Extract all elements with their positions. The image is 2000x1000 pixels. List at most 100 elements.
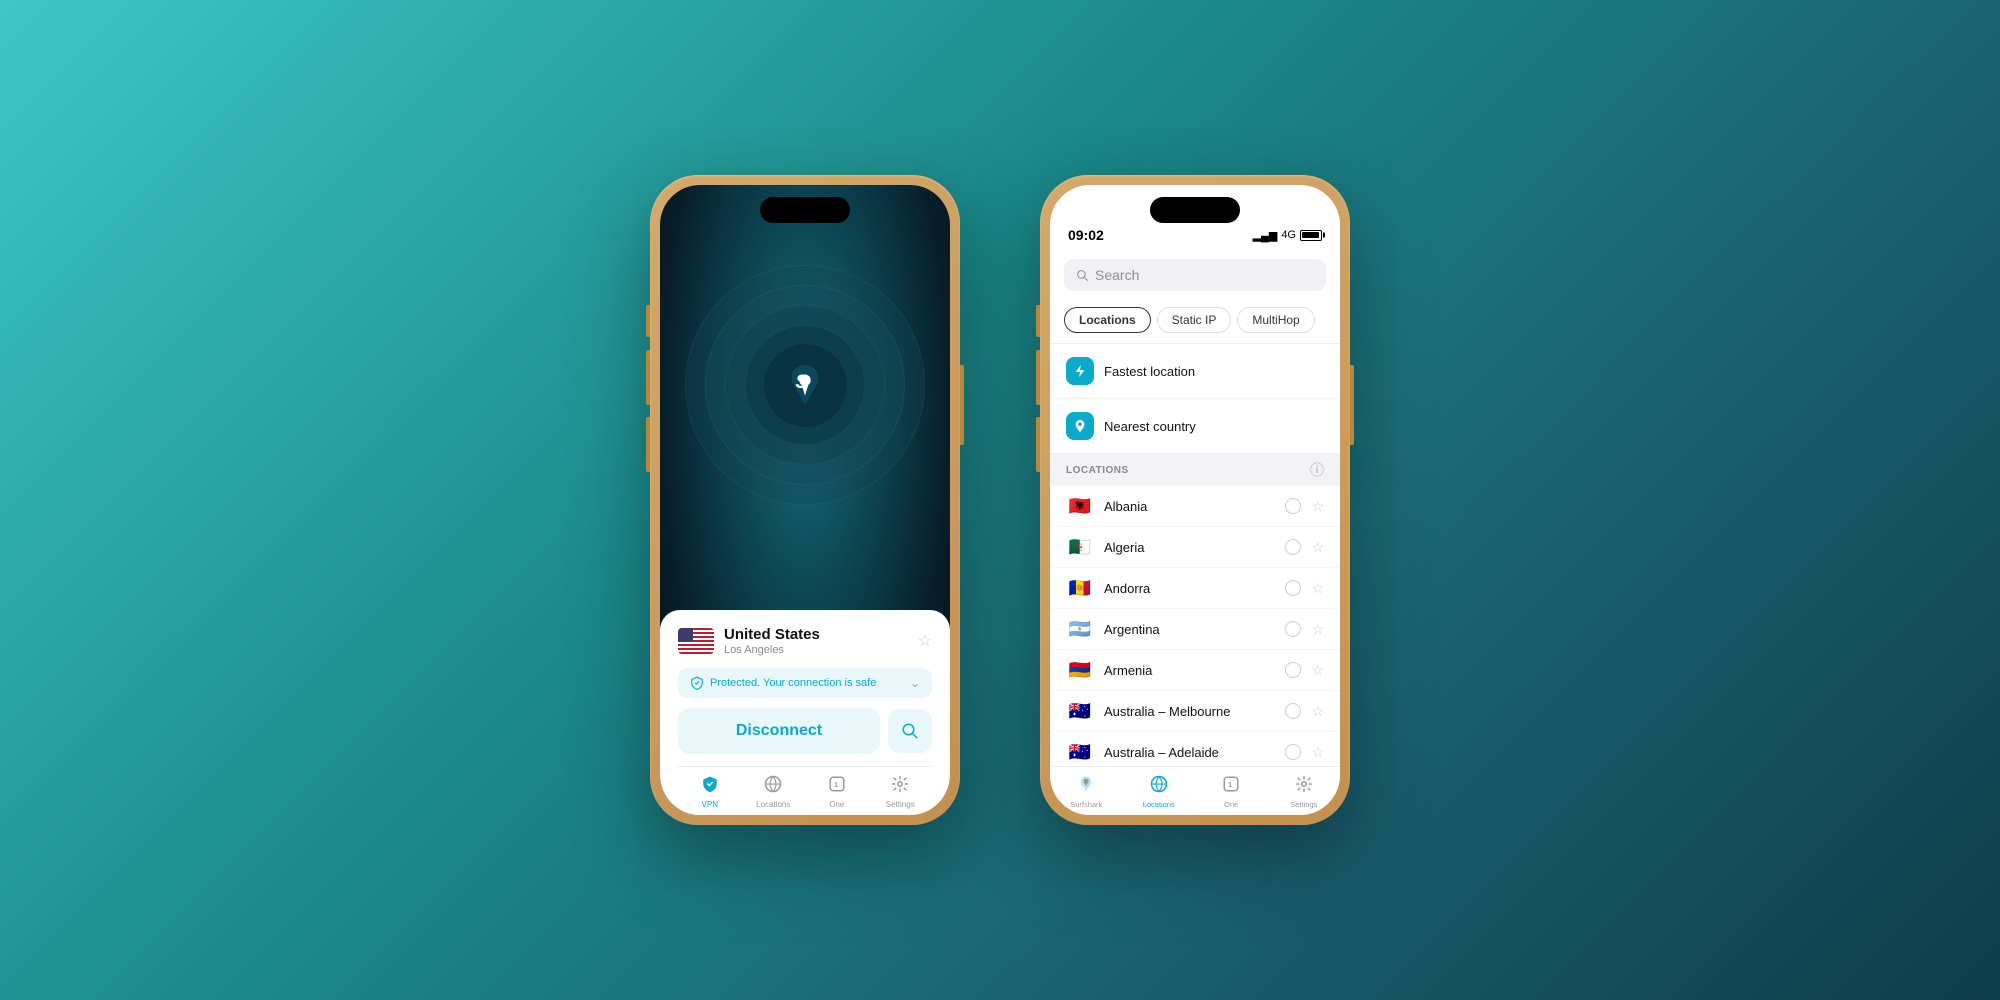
nearest-country-label: Nearest country	[1104, 419, 1196, 434]
tab-settings[interactable]: Settings	[869, 775, 933, 809]
algeria-radio[interactable]	[1285, 539, 1301, 555]
algeria-actions: ☆	[1285, 539, 1324, 556]
andorra-radio[interactable]	[1285, 580, 1301, 596]
search-bar-container: Search	[1050, 251, 1340, 301]
albania-flag: 🇦🇱	[1066, 496, 1094, 516]
tab-locations-pill[interactable]: Locations	[1064, 307, 1151, 333]
tab-settings-label: Settings	[886, 800, 915, 809]
albania-actions: ☆	[1285, 498, 1324, 515]
signal-icon: ▂▄▆	[1253, 229, 1278, 242]
albania-star-icon[interactable]: ☆	[1311, 498, 1324, 515]
disconnect-row: Disconnect	[678, 708, 932, 754]
one-tab2-icon: 1	[1222, 775, 1240, 798]
phone2-screen: 09:02 ▂▄▆ 4G Search	[1050, 185, 1340, 815]
phone1-screen: S	[660, 185, 950, 815]
shield-protected-icon	[690, 676, 704, 690]
algeria-flag: 🇩🇿	[1066, 537, 1094, 557]
fastest-location-label: Fastest location	[1104, 364, 1195, 379]
svg-text:S: S	[795, 372, 808, 393]
vpn-country-info: United States Los Angeles	[724, 626, 820, 656]
vpn-location-row: United States Los Angeles ☆	[678, 626, 932, 656]
albania-radio[interactable]	[1285, 498, 1301, 514]
argentina-name: Argentina	[1104, 622, 1285, 637]
argentina-radio[interactable]	[1285, 621, 1301, 637]
tab2-settings[interactable]: Settings	[1268, 775, 1341, 809]
pin-icon	[1073, 419, 1087, 433]
au-adelaide-radio[interactable]	[1285, 744, 1301, 760]
algeria-star-icon[interactable]: ☆	[1311, 539, 1324, 556]
au-melbourne-actions: ☆	[1285, 703, 1324, 720]
locations-screen: 09:02 ▂▄▆ 4G Search	[1050, 185, 1340, 815]
nearest-country-item[interactable]: Nearest country	[1050, 399, 1340, 454]
tab-vpn[interactable]: VPN	[678, 775, 742, 809]
one-tab-icon: 1	[828, 775, 846, 798]
vpn-screen: S	[660, 185, 950, 815]
chevron-down-icon[interactable]: ⌄	[910, 676, 920, 690]
au-melbourne-radio[interactable]	[1285, 703, 1301, 719]
phone2-volume-down-button[interactable]	[1036, 417, 1040, 472]
tab2-surfshark[interactable]: Surfshark	[1050, 775, 1123, 809]
andorra-star-icon[interactable]: ☆	[1311, 580, 1324, 597]
country-item-algeria[interactable]: 🇩🇿 Algeria ☆	[1050, 527, 1340, 568]
search-icon	[901, 722, 919, 740]
country-item-au-melbourne[interactable]: 🇦🇺 Australia – Melbourne ☆	[1050, 691, 1340, 732]
settings-tab-icon	[891, 775, 909, 798]
vpn-country-name: United States	[724, 626, 820, 644]
status-time: 09:02	[1068, 227, 1104, 243]
tab2-one[interactable]: 1 One	[1195, 775, 1268, 809]
surfshark-logo-icon: S	[787, 363, 823, 407]
disconnect-button[interactable]: Disconnect	[678, 708, 880, 754]
tab-one[interactable]: 1 One	[805, 775, 869, 809]
au-adelaide-star-icon[interactable]: ☆	[1311, 744, 1324, 761]
svg-text:1: 1	[1228, 780, 1232, 789]
tab-locations[interactable]: Locations	[742, 775, 806, 809]
phone2-power-button[interactable]	[1350, 365, 1354, 445]
country-item-albania[interactable]: 🇦🇱 Albania ☆	[1050, 486, 1340, 527]
volume-down-button[interactable]	[646, 417, 650, 472]
search-bar[interactable]: Search	[1064, 259, 1326, 291]
locations-list: Fastest location Nearest country LOCATIO…	[1050, 344, 1340, 766]
country-item-au-adelaide[interactable]: 🇦🇺 Australia – Adelaide ☆	[1050, 732, 1340, 766]
info-icon[interactable]: ⓘ	[1310, 460, 1324, 480]
vpn-circles: S	[665, 245, 945, 525]
protected-banner[interactable]: Protected. Your connection is safe ⌄	[678, 668, 932, 698]
au-melbourne-star-icon[interactable]: ☆	[1311, 703, 1324, 720]
phone1: S	[650, 175, 960, 825]
mute-button[interactable]	[646, 305, 650, 337]
armenia-flag: 🇦🇲	[1066, 660, 1094, 680]
tab-one-label: One	[829, 800, 844, 809]
armenia-radio[interactable]	[1285, 662, 1301, 678]
andorra-name: Andorra	[1104, 581, 1285, 596]
armenia-name: Armenia	[1104, 663, 1285, 678]
country-item-argentina[interactable]: 🇦🇷 Argentina ☆	[1050, 609, 1340, 650]
tab-staticip-pill[interactable]: Static IP	[1157, 307, 1232, 333]
tab2-locations[interactable]: Locations	[1123, 775, 1196, 809]
bolt-icon-container	[1066, 357, 1094, 385]
fastest-location-item[interactable]: Fastest location	[1050, 344, 1340, 399]
search-locations-button[interactable]	[888, 709, 932, 753]
volume-up-button[interactable]	[646, 350, 650, 405]
albania-name: Albania	[1104, 499, 1285, 514]
andorra-flag: 🇦🇩	[1066, 578, 1094, 598]
country-item-andorra[interactable]: 🇦🇩 Andorra ☆	[1050, 568, 1340, 609]
tab-locations-label: Locations	[756, 800, 790, 809]
phone2-mute-button[interactable]	[1036, 305, 1040, 337]
argentina-flag: 🇦🇷	[1066, 619, 1094, 639]
phone2-volume-up-button[interactable]	[1036, 350, 1040, 405]
vpn-city-name: Los Angeles	[724, 644, 820, 656]
bolt-icon	[1073, 364, 1087, 378]
armenia-star-icon[interactable]: ☆	[1311, 662, 1324, 679]
tab2-settings-label: Settings	[1290, 800, 1317, 809]
favorite-star-icon[interactable]: ☆	[918, 631, 932, 651]
tab2-locations-label: Locations	[1143, 800, 1175, 809]
pin-icon-container	[1066, 412, 1094, 440]
au-adelaide-name: Australia – Adelaide	[1104, 745, 1285, 760]
phone2-tab-bar: Surfshark Locations 1	[1050, 766, 1340, 815]
au-adelaide-actions: ☆	[1285, 744, 1324, 761]
power-button[interactable]	[960, 365, 964, 445]
tab2-one-label: One	[1224, 800, 1238, 809]
country-item-armenia[interactable]: 🇦🇲 Armenia ☆	[1050, 650, 1340, 691]
argentina-star-icon[interactable]: ☆	[1311, 621, 1324, 638]
tab-multihop-pill[interactable]: MultiHop	[1237, 307, 1314, 333]
phone2: 09:02 ▂▄▆ 4G Search	[1040, 175, 1350, 825]
